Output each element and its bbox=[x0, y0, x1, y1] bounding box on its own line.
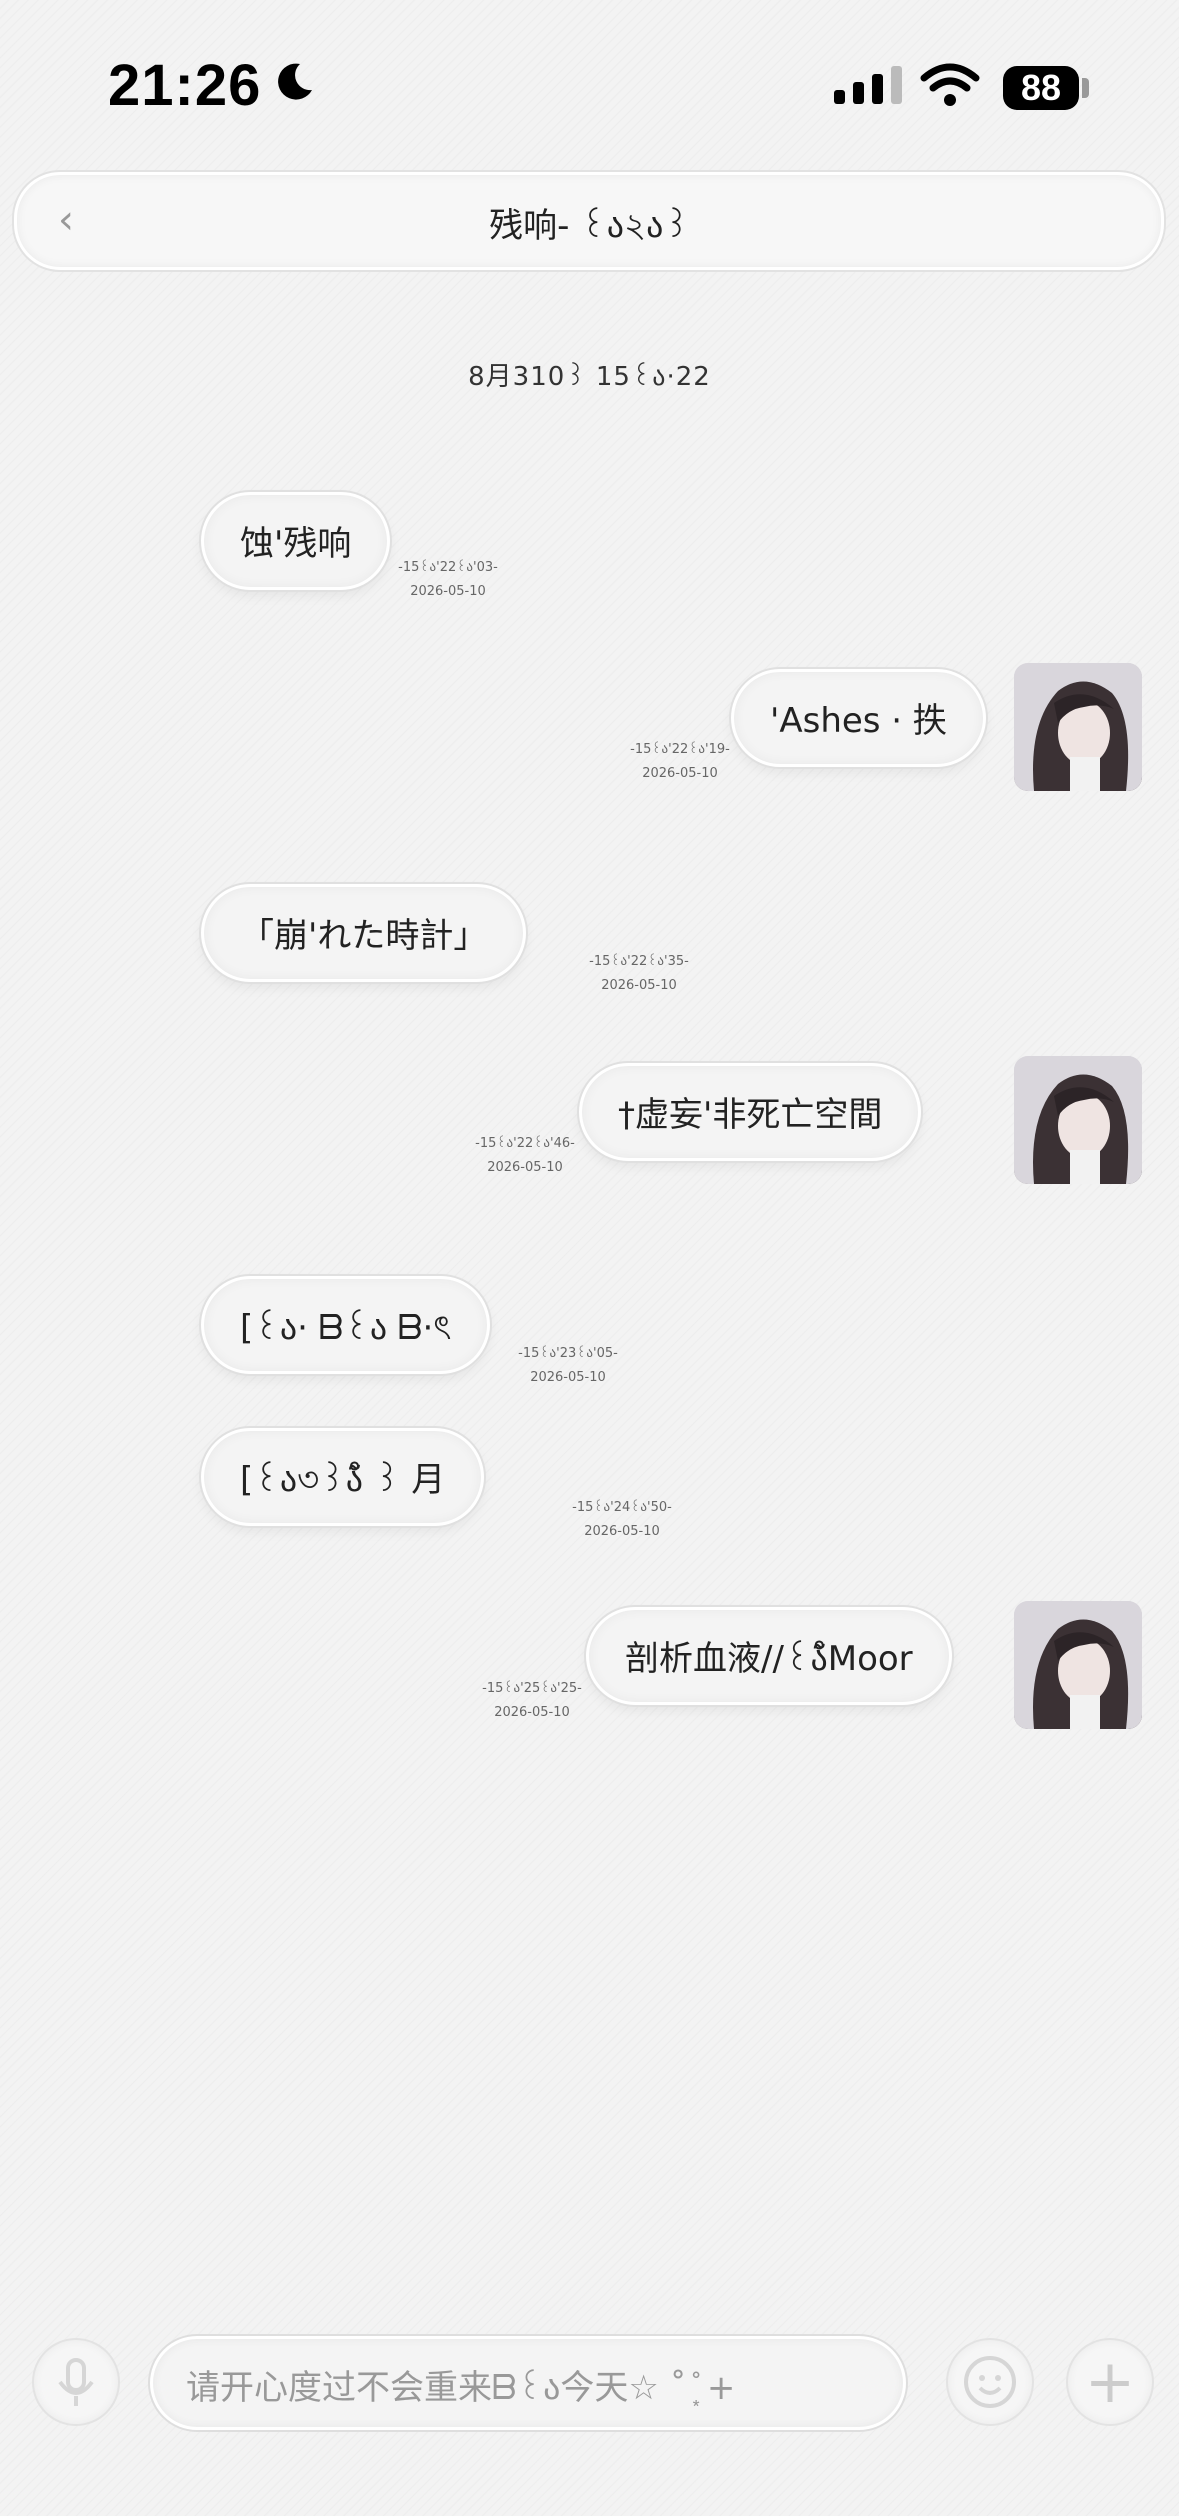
chat-title: 残响- ꒰ა২ა꒱ bbox=[489, 206, 690, 246]
message-date: 2026-05-10 bbox=[530, 1370, 606, 1385]
avatar-image bbox=[1014, 1056, 1142, 1184]
message-time: -15꒰ა'22꒰ა'46- bbox=[475, 1136, 575, 1151]
message-bubble-received[interactable]: [꒰ა৩꒱ა̊̃ ꒱ 月 bbox=[201, 1428, 485, 1526]
message-bubble-sent[interactable]: †虚妄'非死亡空間 bbox=[579, 1063, 922, 1161]
message-timestamp: -15꒰ა'22꒰ა'19- 2026-05-10 bbox=[620, 738, 740, 786]
message-bubble-received[interactable]: 蚀'残响 bbox=[201, 492, 391, 590]
message-timestamp: -15꒰ა'22꒰ა'35- 2026-05-10 bbox=[579, 950, 699, 998]
message-date: 2026-05-10 bbox=[601, 978, 677, 993]
message-date: 2026-05-10 bbox=[642, 766, 718, 781]
cellular-signal-icon bbox=[834, 66, 902, 104]
emoji-button[interactable] bbox=[948, 2340, 1032, 2424]
voice-input-button[interactable] bbox=[34, 2340, 118, 2424]
message-time: -15꒰ა'22꒰ა'19- bbox=[630, 742, 730, 757]
message-timestamp: -15꒰ა'23꒰ა'05- 2026-05-10 bbox=[508, 1342, 628, 1390]
message-time: -15꒰ა'25꒰ა'25- bbox=[482, 1681, 582, 1696]
message-bubble-sent[interactable]: 'Ashes · 抶 bbox=[731, 669, 986, 767]
emoji-icon bbox=[964, 2356, 1016, 2408]
message-bubble-sent[interactable]: 剖析血液//꒰ა̊̃Moor bbox=[586, 1607, 952, 1705]
date-divider: 8月310꒱ 15꒰ა·22 bbox=[468, 362, 711, 392]
message-bubble-received[interactable]: 「崩'れた時計」 bbox=[201, 884, 527, 982]
user-avatar[interactable] bbox=[1014, 1056, 1142, 1184]
avatar-image bbox=[1014, 663, 1142, 791]
battery-tip bbox=[1082, 78, 1089, 98]
message-timestamp: -15꒰ა'25꒰ა'25- 2026-05-10 bbox=[472, 1677, 592, 1725]
message-input-text: 请开心度过不会重来ᗷ꒰ა今天☆ ˚ ͙̊ + bbox=[186, 2368, 736, 2408]
avatar-image bbox=[1014, 1601, 1142, 1729]
message-timestamp: -15꒰ა'22꒰ა'03- 2026-05-10 bbox=[388, 556, 508, 604]
add-attachment-button[interactable]: + bbox=[1068, 2340, 1152, 2424]
message-time: -15꒰ა'24꒰ა'50- bbox=[572, 1500, 672, 1515]
message-timestamp: -15꒰ა'22꒰ა'46- 2026-05-10 bbox=[465, 1132, 585, 1180]
user-avatar[interactable] bbox=[1014, 663, 1142, 791]
user-avatar[interactable] bbox=[1014, 1601, 1142, 1729]
message-bubble-received[interactable]: [꒰ა· ᗷ꒰ა ᗷ·ৎ bbox=[201, 1276, 491, 1374]
message-time: -15꒰ა'22꒰ა'03- bbox=[398, 560, 498, 575]
message-time: -15꒰ა'23꒰ა'05- bbox=[518, 1346, 618, 1361]
wifi-icon bbox=[920, 63, 980, 106]
status-time: 21:26 bbox=[108, 53, 262, 118]
plus-icon: + bbox=[1084, 2347, 1136, 2417]
battery-indicator: 88 bbox=[1003, 66, 1079, 110]
message-date: 2026-05-10 bbox=[410, 584, 486, 599]
message-date: 2026-05-10 bbox=[494, 1705, 570, 1720]
message-date: 2026-05-10 bbox=[584, 1524, 660, 1539]
message-date: 2026-05-10 bbox=[487, 1160, 563, 1175]
message-timestamp: -15꒰ა'24꒰ა'50- 2026-05-10 bbox=[562, 1496, 682, 1544]
microphone-icon bbox=[58, 2358, 94, 2406]
message-time: -15꒰ა'22꒰ა'35- bbox=[589, 954, 689, 969]
moon-icon bbox=[278, 63, 312, 100]
